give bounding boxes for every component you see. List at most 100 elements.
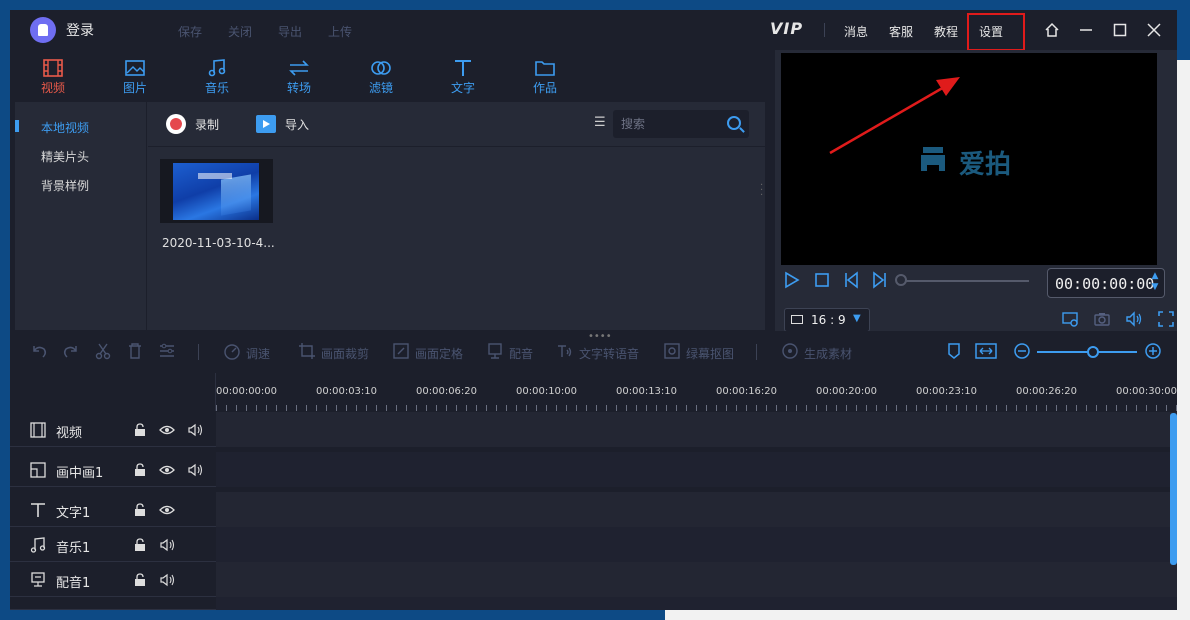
tab-filter[interactable]: 滤镜 — [356, 58, 406, 96]
stop-icon[interactable] — [813, 271, 831, 289]
lock-icon[interactable] — [133, 463, 147, 477]
tab-video[interactable]: 视频 — [28, 58, 78, 96]
play-icon[interactable] — [783, 271, 801, 289]
tab-music[interactable]: 音乐 — [192, 58, 242, 96]
prev-frame-icon[interactable] — [842, 271, 860, 289]
track-header-music[interactable]: 音乐1 — [10, 527, 216, 562]
freeze-frame-icon[interactable] — [392, 342, 410, 360]
messages-menu[interactable]: 消息 — [844, 23, 868, 40]
lock-icon[interactable] — [133, 423, 147, 437]
next-frame-icon[interactable] — [871, 271, 889, 289]
track-header-video[interactable]: 视频 — [10, 412, 216, 447]
minimize-icon[interactable] — [1074, 18, 1098, 42]
sidebar-item-local-video[interactable]: 本地视频 — [41, 119, 89, 136]
login-link[interactable]: 登录 — [66, 20, 94, 40]
zoom-out-icon[interactable] — [1013, 342, 1031, 360]
speed-icon[interactable] — [223, 342, 241, 360]
tab-label: 图片 — [122, 81, 147, 95]
cut-icon[interactable] — [94, 342, 112, 360]
export-menu[interactable]: 导出 — [278, 23, 302, 40]
sort-icon[interactable]: ☰ — [594, 115, 606, 130]
speaker-icon[interactable] — [159, 573, 175, 587]
record-icon[interactable] — [166, 114, 186, 134]
voiceover-button[interactable]: 配音 — [509, 345, 533, 362]
crop-button[interactable]: 画面裁剪 — [321, 345, 369, 362]
vip-button[interactable]: VIP — [770, 19, 803, 38]
speaker-icon[interactable] — [187, 423, 203, 437]
support-menu[interactable]: 客服 — [889, 23, 913, 40]
zoom-in-icon[interactable] — [1144, 342, 1162, 360]
close-menu[interactable]: 关闭 — [228, 23, 252, 40]
track-music-lane[interactable] — [216, 527, 1177, 562]
record-button[interactable]: 录制 — [195, 116, 219, 133]
adjust-icon[interactable] — [158, 342, 176, 360]
lock-icon[interactable] — [133, 538, 147, 552]
sidebar-item-backgrounds[interactable]: 背景样例 — [41, 177, 89, 194]
track-header-voiceover[interactable]: 配音1 — [10, 562, 216, 597]
eye-icon[interactable] — [159, 463, 175, 477]
speaker-icon[interactable] — [159, 538, 175, 552]
seek-bar[interactable] — [897, 280, 1029, 282]
upload-menu[interactable]: 上传 — [328, 23, 352, 40]
lock-icon[interactable] — [133, 573, 147, 587]
maximize-icon[interactable] — [1108, 18, 1132, 42]
speaker-icon[interactable] — [187, 463, 203, 477]
tab-text[interactable]: 文字 — [438, 58, 488, 96]
tab-works[interactable]: 作品 — [520, 58, 570, 96]
chroma-key-icon[interactable] — [663, 342, 681, 360]
tts-icon[interactable] — [556, 342, 574, 360]
search-input[interactable] — [621, 116, 721, 132]
screen-settings-icon[interactable] — [1061, 310, 1079, 328]
track-name: 文字1 — [56, 506, 91, 521]
fullscreen-icon[interactable] — [1157, 310, 1175, 328]
eye-icon[interactable] — [159, 423, 175, 437]
save-menu[interactable]: 保存 — [178, 23, 202, 40]
volume-icon[interactable] — [1125, 310, 1143, 328]
camera-icon[interactable] — [1093, 310, 1111, 328]
time-stepper-icon[interactable]: ▲ ▼ — [1148, 271, 1162, 297]
delete-icon[interactable] — [126, 342, 144, 360]
splitter-handle[interactable]: •••• — [588, 331, 612, 342]
voiceover-icon[interactable] — [486, 342, 504, 360]
crop-icon[interactable] — [298, 342, 316, 360]
tts-button[interactable]: 文字转语音 — [579, 345, 639, 362]
track-header-text[interactable]: 文字1 — [10, 492, 216, 527]
home-icon[interactable] — [1040, 18, 1064, 42]
redo-icon[interactable] — [62, 342, 80, 360]
track-pip-lane[interactable] — [216, 452, 1177, 487]
seek-handle[interactable] — [895, 274, 907, 286]
tab-image[interactable]: 图片 — [110, 58, 160, 96]
divider — [756, 344, 757, 360]
generate-asset-button[interactable]: 生成素材 — [804, 345, 852, 362]
eye-icon[interactable] — [159, 503, 175, 517]
fit-timeline-icon[interactable] — [975, 342, 997, 360]
aspect-ratio-select[interactable]: 16 : 9 ▼ — [784, 308, 870, 332]
freeze-frame-button[interactable]: 画面定格 — [415, 345, 463, 362]
generate-icon[interactable] — [781, 342, 799, 360]
track-voiceover-lane[interactable] — [216, 562, 1177, 597]
panel-resize-handle[interactable]: · · · — [760, 181, 763, 201]
import-icon[interactable] — [256, 115, 276, 133]
undo-icon[interactable] — [30, 342, 48, 360]
zoom-slider-handle[interactable] — [1087, 346, 1099, 358]
ruler-label: 00:00:06:20 — [416, 386, 478, 397]
chroma-key-button[interactable]: 绿幕抠图 — [686, 345, 734, 362]
track-header-pip[interactable]: 画中画1 — [10, 452, 216, 487]
settings-highlight-box — [967, 13, 1025, 51]
close-icon[interactable] — [1142, 18, 1166, 42]
tab-transition[interactable]: 转场 — [274, 58, 324, 96]
ruler-label: 00:00:30:00 — [1116, 386, 1177, 397]
tutorial-menu[interactable]: 教程 — [934, 23, 958, 40]
timeline-scrollbar[interactable] — [1170, 413, 1177, 565]
lock-icon[interactable] — [133, 503, 147, 517]
time-display[interactable]: 00:00:00:00 ▲ ▼ — [1047, 268, 1165, 298]
track-text-lane[interactable] — [216, 492, 1177, 527]
search-icon[interactable] — [727, 116, 741, 130]
sidebar-item-intros[interactable]: 精美片头 — [41, 148, 89, 165]
speed-button[interactable]: 调速 — [246, 345, 270, 362]
media-thumbnail[interactable] — [160, 159, 273, 223]
timeline-ruler[interactable]: 00:00:00:00 00:00:03:10 00:00:06:20 00:0… — [216, 373, 1177, 411]
import-button[interactable]: 导入 — [285, 116, 309, 133]
track-video-lane[interactable] — [216, 412, 1177, 447]
marker-icon[interactable] — [945, 342, 963, 360]
